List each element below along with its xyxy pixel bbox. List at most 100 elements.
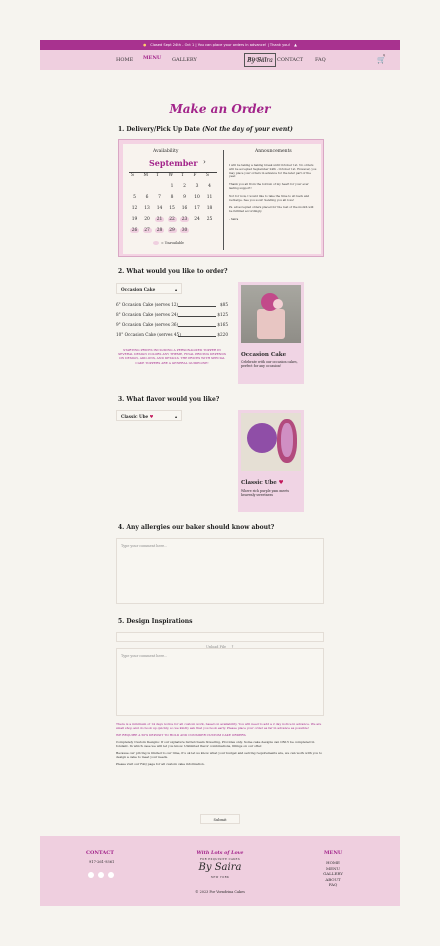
leader-line [178, 336, 216, 337]
allergies-textarea[interactable]: Type your comment here... [116, 538, 324, 604]
product-name: 10" Occasion Cake (serves 45) [116, 332, 181, 337]
upload-file-button[interactable]: Upload File ⤒ [116, 632, 324, 649]
product-select[interactable]: Occasion Cake ▴ [116, 283, 182, 294]
footer-phone[interactable]: 917-261-9361 [89, 860, 114, 864]
flavor-card-title: Classic Ube ♥ [241, 480, 284, 486]
cart-icon[interactable]: 🛒 [377, 56, 386, 64]
footer-tagline: With Lots of Love [196, 850, 244, 856]
section1-title: 1. Delivery/Pick Up Date (Not the day of… [118, 126, 293, 133]
weekday-label: S [206, 173, 210, 178]
product-price: $125 [217, 312, 228, 317]
announcements-title: Announcements [255, 149, 292, 154]
leader-line [178, 306, 216, 307]
navbar: HOME MENU GALLERY By Saira ABOUT CONTACT… [40, 50, 400, 70]
calendar-day[interactable]: 29 [167, 228, 177, 233]
calendar-box: Availability September › SMTWTFS12345678… [118, 139, 324, 257]
footer-brand-top: FOR EXQUISITE CAKES [199, 858, 241, 861]
product-name: 9" Occasion Cake (serves 36) [116, 322, 179, 327]
calendar-day[interactable]: 12 [130, 206, 139, 211]
nav-gallery[interactable]: GALLERY [172, 57, 197, 63]
nav-about[interactable]: ABOUT [248, 57, 267, 63]
calendar-day[interactable]: 1 [168, 184, 177, 189]
calendar-day[interactable]: 14 [155, 206, 164, 211]
calendar-day[interactable]: 20 [143, 217, 152, 222]
banner-text: Closed Sept 24th - Oct 1 | You can place… [150, 43, 291, 47]
info-icon: ● [143, 43, 147, 47]
product-list: 6" Occasion Cake (serves 12) $85 8" Occasi… [116, 302, 228, 342]
facebook-icon[interactable] [98, 872, 104, 878]
calendar-day[interactable]: 18 [205, 206, 214, 211]
calendar-day[interactable]: 16 [180, 206, 189, 211]
calendar-day[interactable]: 24 [193, 217, 202, 222]
legend-text: = Unavailable [161, 241, 184, 245]
footer-contact-title: CONTACT [86, 850, 114, 856]
nav-home[interactable]: HOME [116, 57, 133, 63]
section3-title: 3. What flavor would you like? [118, 396, 220, 403]
calendar-day[interactable]: 19 [130, 217, 139, 222]
instagram-icon[interactable] [88, 872, 94, 878]
product-price: $220 [217, 332, 228, 337]
calendar-day[interactable]: 10 [193, 195, 202, 200]
footer-menu: HOME MENU GALLERY ABOUT FAQ [318, 860, 348, 888]
footer-link-faq[interactable]: FAQ [318, 882, 348, 888]
calendar-day[interactable]: 25 [205, 217, 214, 222]
chevron-up-icon: ▴ [175, 414, 178, 419]
legend-swatch [153, 241, 159, 245]
flavor-card: Classic Ube ♥ Where rich purple yam meet… [238, 410, 304, 512]
calendar-day[interactable]: 6 [143, 195, 152, 200]
weekday-label: T [181, 173, 184, 178]
calendar-day[interactable]: 5 [130, 195, 139, 200]
weekday-label: M [143, 173, 149, 178]
nav-contact[interactable]: CONTACT [277, 57, 303, 63]
month-label: September [149, 158, 198, 168]
product-row: 6" Occasion Cake (serves 12) $85 [116, 302, 228, 312]
nav-menu[interactable]: MENU [143, 55, 161, 61]
nav-faq[interactable]: FAQ [315, 57, 326, 63]
calendar-day[interactable]: 17 [193, 206, 202, 211]
flavor-select[interactable]: Classic Ube ♥ ▴ [116, 410, 182, 421]
page-title: Make an Order [169, 102, 271, 116]
pricing-note: STARTING PRICES INCLUDING A PERSONALIZED… [118, 348, 226, 365]
vertical-divider [223, 150, 224, 250]
submit-button[interactable]: Submit [200, 814, 240, 824]
card-title: Occasion Cake [241, 352, 287, 358]
availability-label: Availability [153, 149, 179, 154]
calendar-day[interactable]: 26 [130, 228, 139, 233]
calendar-day[interactable]: 8 [168, 195, 177, 200]
calendar-day[interactable]: 7 [155, 195, 164, 200]
leader-line [178, 316, 216, 317]
section4-title: 4. Any allergies our baker should know a… [118, 524, 275, 531]
cake-image [241, 285, 301, 343]
product-price: $85 [220, 302, 228, 307]
calendar-day[interactable]: 30 [180, 228, 189, 233]
product-name: 6" Occasion Cake (serves 12) [116, 302, 179, 307]
footer: CONTACT 917-261-9361 With Lots of Love F… [40, 836, 400, 906]
calendar-day[interactable]: 21 [155, 217, 164, 222]
product-card: Occasion Cake Celebrate with our occasio… [238, 282, 304, 384]
calendar-day[interactable]: 27 [142, 228, 152, 233]
calendar-day[interactable]: 11 [205, 195, 214, 200]
announcements-body: I will be taking a baking break until Oc… [229, 163, 317, 221]
weekday-label: S [131, 173, 135, 178]
cart-count: 0 [383, 53, 385, 57]
calendar-day[interactable]: 15 [168, 206, 177, 211]
email-icon[interactable] [108, 872, 114, 878]
calendar-day[interactable]: 4 [205, 184, 214, 189]
card-desc: Celebrate with our occasion cakes, perfe… [241, 360, 298, 369]
product-row: 8" Occasion Cake (serves 24) $125 [116, 312, 228, 322]
footer-menu-title: MENU [324, 850, 343, 856]
inspiration-textarea[interactable]: Type your comment here... [116, 648, 324, 716]
announcement-banner: ● Closed Sept 24th - Oct 1 | You can pla… [40, 40, 400, 50]
calendar-day[interactable]: 28 [155, 228, 164, 233]
footer-brand-bottom: NEW YORK [210, 876, 230, 879]
next-month-button[interactable]: › [203, 158, 206, 166]
product-row: 10" Occasion Cake (serves 45) $220 [116, 332, 228, 342]
weekday-label: W [168, 173, 174, 178]
calendar-day[interactable]: 23 [180, 217, 189, 222]
calendar-day[interactable]: 13 [143, 206, 152, 211]
calendar-day[interactable]: 22 [167, 217, 177, 222]
calendar-day[interactable]: 9 [180, 195, 189, 200]
calendar-day[interactable]: 2 [180, 184, 189, 189]
product-price: $165 [217, 322, 228, 327]
calendar-day[interactable]: 3 [193, 184, 202, 189]
